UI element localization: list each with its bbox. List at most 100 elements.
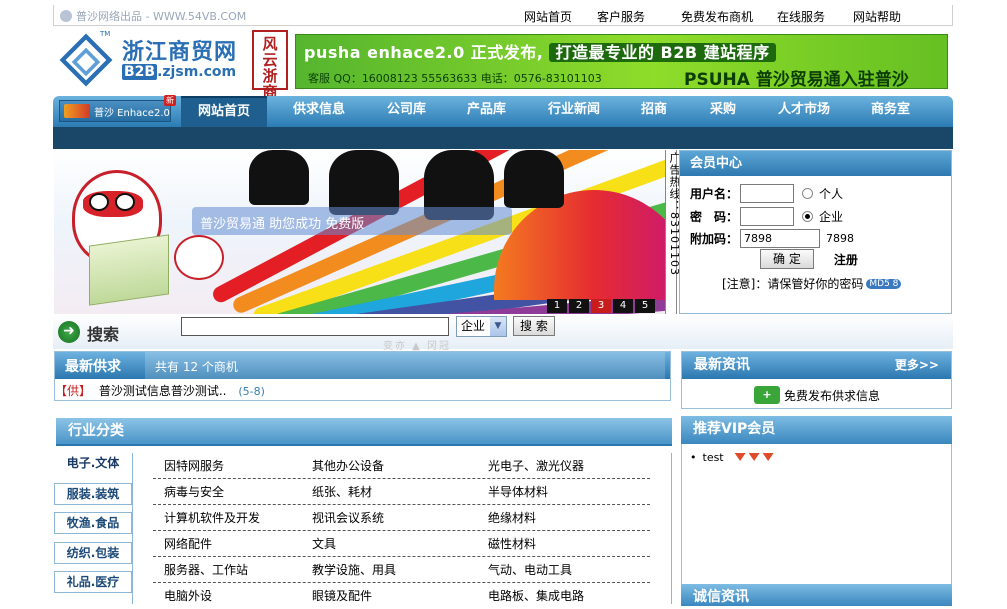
category-row: 因特网服务 其他办公设备 光电子、激光仪器 xyxy=(153,453,650,479)
category-link[interactable]: 文具 xyxy=(312,535,336,552)
search-input[interactable] xyxy=(181,317,449,336)
nav-item-supply[interactable]: 供求信息 xyxy=(293,96,345,127)
radio-company[interactable] xyxy=(802,211,813,222)
category-link[interactable]: 服务器、工作站 xyxy=(164,561,248,578)
login-button[interactable]: 确 定 xyxy=(760,249,814,269)
member-center-title: 会员中心 xyxy=(680,151,951,176)
free-publish-link[interactable]: + 免费发布供求信息 xyxy=(754,386,880,404)
nav-item-home[interactable]: 网站首页 xyxy=(181,96,267,127)
ad-headline: pusha enhace2.0 正式发布, 打造最专业的 B2B 建站程序 xyxy=(304,39,776,63)
slide-page-5[interactable]: 5 xyxy=(635,299,655,313)
category-link[interactable]: 网络配件 xyxy=(164,535,212,552)
nav-item-company[interactable]: 公司库 xyxy=(387,96,426,127)
category-link[interactable]: 半导体材料 xyxy=(488,483,548,500)
slide-page-1[interactable]: 1 xyxy=(547,299,567,313)
latest-supply-panel: 最新供求 共有 12 个商机 【供】 普沙测试信息普沙测试.. (5-8) xyxy=(54,351,671,401)
code-label: 附加码： xyxy=(689,232,738,246)
supply-item[interactable]: 【供】 普沙测试信息普沙测试.. (5-8) xyxy=(55,382,265,399)
category-link[interactable]: 纸张、耗材 xyxy=(312,483,372,500)
ad-banner[interactable]: pusha enhace2.0 正式发布, 打造最专业的 B2B 建站程序 客服… xyxy=(295,34,948,90)
top-link-service[interactable]: 客户服务 xyxy=(597,8,681,25)
figure xyxy=(329,150,399,215)
category-tab-food[interactable]: 牧渔.食品 xyxy=(54,512,132,534)
username-input[interactable] xyxy=(740,184,794,203)
globe-icon xyxy=(60,10,72,22)
category-link[interactable]: 眼镜及配件 xyxy=(312,587,372,604)
news-more-link[interactable]: 更多>> xyxy=(895,352,939,379)
main-nav: 普沙 Enhace2.0 新 网站首页 供求信息 公司库 产品库 行业新闻 招商 … xyxy=(53,95,953,127)
site-logo[interactable]: 浙江商贸网 B2B .zjsm.com TM xyxy=(56,30,246,92)
category-row: 计算机软件及开发 视讯会议系统 绝缘材料 xyxy=(153,505,650,531)
ad-hotline: 广告热线：83101103 xyxy=(665,150,681,314)
nav-item-invest[interactable]: 招商 xyxy=(641,96,667,127)
category-tab-textile[interactable]: 纺织.包装 xyxy=(54,542,132,564)
slide-page-2[interactable]: 2 xyxy=(569,299,589,313)
slide-page-3[interactable]: 3 xyxy=(591,299,611,313)
category-link[interactable]: 磁性材料 xyxy=(488,535,536,552)
category-tab-electronics[interactable]: 电子.文体 xyxy=(54,452,132,474)
vip-item-name[interactable]: test xyxy=(703,451,724,464)
register-link[interactable]: 注册 xyxy=(834,251,858,268)
seal-logo: 风云浙商 xyxy=(252,30,288,100)
nav-item-office[interactable]: 商务室 xyxy=(871,96,910,127)
logo-diamond-icon xyxy=(59,33,113,87)
site-brand: 普沙网络出品 - WWW.54VB.COM xyxy=(60,8,246,24)
vip-list: • test xyxy=(681,444,952,604)
chevron-down-icon: ▼ xyxy=(490,317,506,336)
category-tab-clothing[interactable]: 服装.装筑 xyxy=(54,483,132,505)
search-button[interactable]: 搜 索 xyxy=(513,316,555,336)
arrow-right-icon: ➜ xyxy=(58,321,80,343)
category-link[interactable]: 因特网服务 xyxy=(164,457,224,474)
category-link[interactable]: 病毒与安全 xyxy=(164,483,224,500)
top-utility-bar: 普沙网络出品 - WWW.54VB.COM 网站首页 客户服务 免费发布商机 在… xyxy=(53,5,953,26)
latest-news-panel: 最新资讯 更多>> + 免费发布供求信息 xyxy=(681,351,952,409)
vip-item[interactable]: • test xyxy=(690,451,774,464)
nav-item-news[interactable]: 行业新闻 xyxy=(548,96,600,127)
search-type-select[interactable]: 企业 ▼ xyxy=(456,316,507,337)
category-link[interactable]: 电路板、集成电路 xyxy=(488,587,584,604)
category-link[interactable]: 电脑外设 xyxy=(164,587,212,604)
logo-en: B2B .zjsm.com xyxy=(122,64,237,80)
category-row: 服务器、工作站 教学设施、用具 气动、电动工具 xyxy=(153,557,650,583)
brand-text: 普沙网络出品 - WWW.54VB.COM xyxy=(76,10,247,23)
slide-caption-box: 普沙贸易通 助您成功 免费版 xyxy=(192,207,512,235)
category-grid: 因特网服务 其他办公设备 光电子、激光仪器 病毒与安全 纸张、耗材 半导体材料 … xyxy=(132,453,672,604)
category-tab-gift[interactable]: 礼品.医疗 xyxy=(54,571,132,593)
category-link[interactable]: 视讯会议系统 xyxy=(312,509,384,526)
supply-tag: 【供】 xyxy=(55,384,92,398)
username-label: 用户名： xyxy=(689,187,738,201)
md5-badge: MD5 8 xyxy=(866,278,902,289)
category-link[interactable]: 光电子、激光仪器 xyxy=(488,457,584,474)
radio-company-label: 企业 xyxy=(819,210,844,224)
nav-item-product[interactable]: 产品库 xyxy=(467,96,506,127)
top-link-home[interactable]: 网站首页 xyxy=(524,8,597,25)
code-input[interactable] xyxy=(740,229,820,248)
slideshow[interactable]: 普沙贸易通 助您成功 免费版 xyxy=(54,150,665,314)
category-link[interactable]: 绝缘材料 xyxy=(488,509,536,526)
enhace-badge[interactable]: 普沙 Enhace2.0 新 xyxy=(59,95,176,122)
category-link[interactable]: 气动、电动工具 xyxy=(488,561,572,578)
top-link-publish[interactable]: 免费发布商机 xyxy=(681,8,777,25)
radio-personal[interactable] xyxy=(802,188,813,199)
category-link[interactable]: 其他办公设备 xyxy=(312,457,384,474)
category-title: 行业分类 xyxy=(56,418,672,446)
trust-news-title: 诚信资讯 xyxy=(681,584,952,606)
ghost-text: 变亦 ▲ 冈冠 xyxy=(383,341,452,352)
slide-pager: 1 2 3 4 5 xyxy=(545,299,655,313)
search-bar: ➜ 搜索 企业 ▼ 搜 索 变亦 ▲ 冈冠 xyxy=(53,315,953,352)
password-input[interactable] xyxy=(740,207,794,226)
nav-item-talent[interactable]: 人才市场 xyxy=(778,96,830,127)
top-link-help[interactable]: 网站帮助 xyxy=(853,8,913,25)
slide-page-4[interactable]: 4 xyxy=(613,299,633,313)
member-center: 会员中心 用户名： 个人 密 码： 企业 附加码： 7898 确 定 注册 [注… xyxy=(679,150,952,314)
sub-nav-bar xyxy=(53,127,953,149)
chicken-mascot-small xyxy=(174,235,224,280)
captcha-image: 7898 xyxy=(826,232,854,245)
category-link[interactable]: 教学设施、用具 xyxy=(312,561,396,578)
top-links: 网站首页 客户服务 免费发布商机 在线服务 网站帮助 xyxy=(524,8,913,25)
nav-item-purchase[interactable]: 采购 xyxy=(710,96,736,127)
supply-count: 共有 12 个商机 xyxy=(155,360,238,374)
supply-item-title[interactable]: 普沙测试信息普沙测试.. xyxy=(99,384,227,398)
category-link[interactable]: 计算机软件及开发 xyxy=(164,509,260,526)
top-link-online[interactable]: 在线服务 xyxy=(777,8,853,25)
